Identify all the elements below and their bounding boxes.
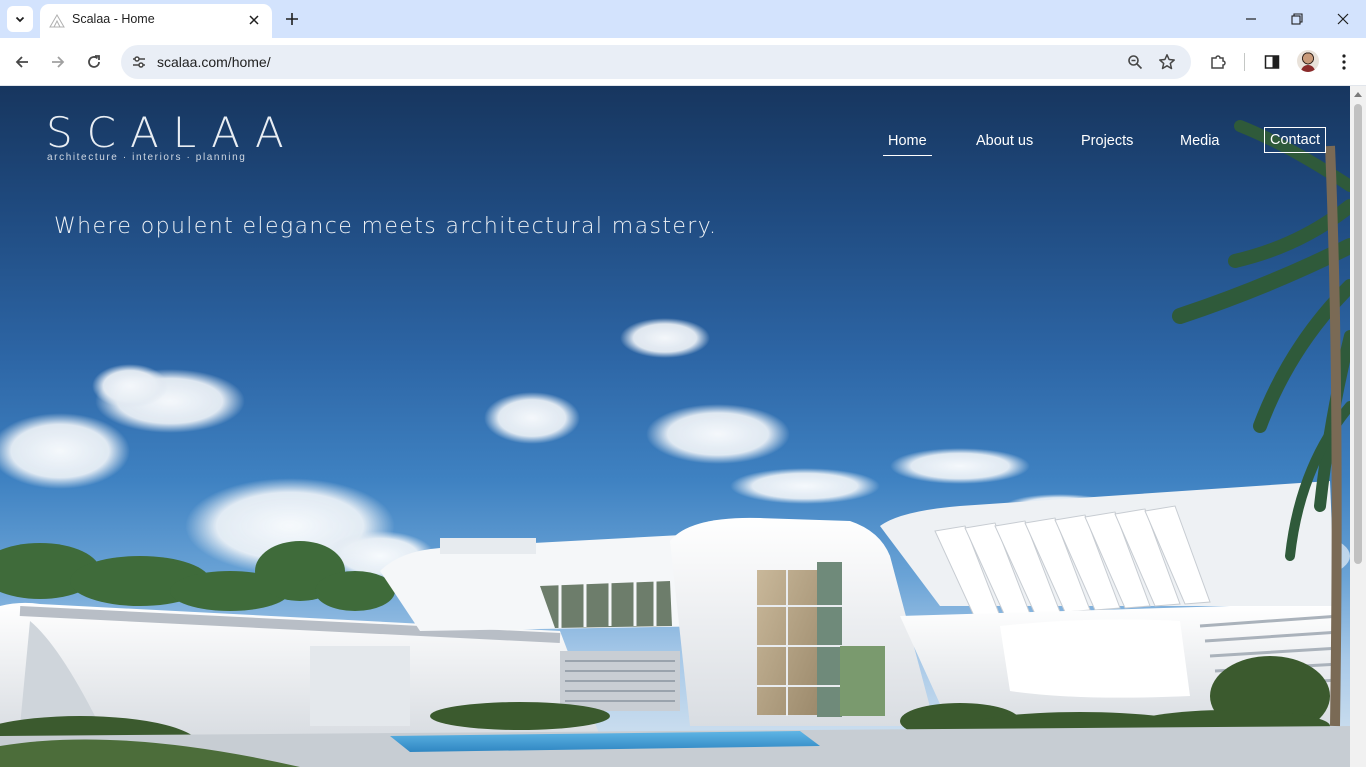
close-icon (249, 15, 259, 25)
forward-button[interactable] (46, 50, 70, 74)
avatar[interactable] (1297, 50, 1319, 72)
nav-about-us[interactable]: About us (976, 128, 1033, 154)
hero-headline: Where opulent elegance meets architectur… (54, 214, 718, 239)
puzzle-icon (1211, 55, 1226, 69)
browser-toolbar: scalaa.com/home/ (0, 38, 1366, 86)
browser-menu-button[interactable] (1332, 50, 1356, 74)
arrow-left-icon (15, 56, 28, 68)
scroll-up-arrow-icon[interactable] (1354, 92, 1362, 97)
close-window-button[interactable] (1332, 8, 1354, 30)
side-panel-button[interactable] (1260, 50, 1284, 74)
tab-strip: Scalaa - Home (0, 0, 1366, 38)
minimize-icon (1246, 18, 1256, 20)
new-tab-button[interactable] (282, 9, 302, 29)
scalaa-logo-icon (49, 14, 65, 28)
logo-tagline: architecture · interiors · planning (47, 152, 247, 163)
tab-title: Scalaa - Home (72, 12, 155, 26)
nav-contact-button[interactable]: Contact (1264, 127, 1326, 153)
chevron-down-icon (15, 16, 25, 23)
browser-tab[interactable]: Scalaa - Home (40, 4, 272, 38)
reload-icon (88, 55, 100, 68)
nav-home[interactable]: Home (883, 128, 932, 156)
star-icon (1159, 54, 1175, 70)
logo-wordmark: SCALAA (46, 108, 298, 157)
plus-icon (286, 13, 298, 25)
nav-media[interactable]: Media (1180, 128, 1220, 154)
back-button[interactable] (10, 50, 34, 74)
scrollbar-thumb[interactable] (1354, 104, 1362, 564)
extensions-button[interactable] (1206, 50, 1230, 74)
zoom-icon (1128, 55, 1143, 70)
arrow-right-icon (52, 56, 65, 68)
zoom-button[interactable] (1125, 52, 1145, 72)
url-text[interactable]: scalaa.com/home/ (157, 54, 271, 70)
kebab-menu-icon (1342, 54, 1346, 70)
toolbar-divider (1244, 53, 1245, 71)
hero-image (0, 120, 1350, 767)
restore-button[interactable] (1286, 8, 1308, 30)
restore-icon (1291, 13, 1303, 25)
site-info-button[interactable] (129, 52, 149, 72)
bookmark-button[interactable] (1157, 52, 1177, 72)
close-icon (1337, 13, 1349, 25)
close-tab-button[interactable] (246, 12, 262, 28)
reload-button[interactable] (82, 50, 106, 74)
side-panel-icon (1264, 55, 1280, 69)
page-viewport: SCALAA architecture · interiors · planni… (0, 86, 1350, 767)
page-scrollbar[interactable] (1350, 86, 1366, 767)
tab-search-button[interactable] (7, 6, 33, 32)
site-logo[interactable]: SCALAA architecture · interiors · planni… (46, 112, 284, 170)
tune-icon (133, 56, 145, 68)
nav-projects[interactable]: Projects (1081, 128, 1133, 154)
minimize-button[interactable] (1240, 8, 1262, 30)
address-bar[interactable]: scalaa.com/home/ (121, 45, 1191, 79)
